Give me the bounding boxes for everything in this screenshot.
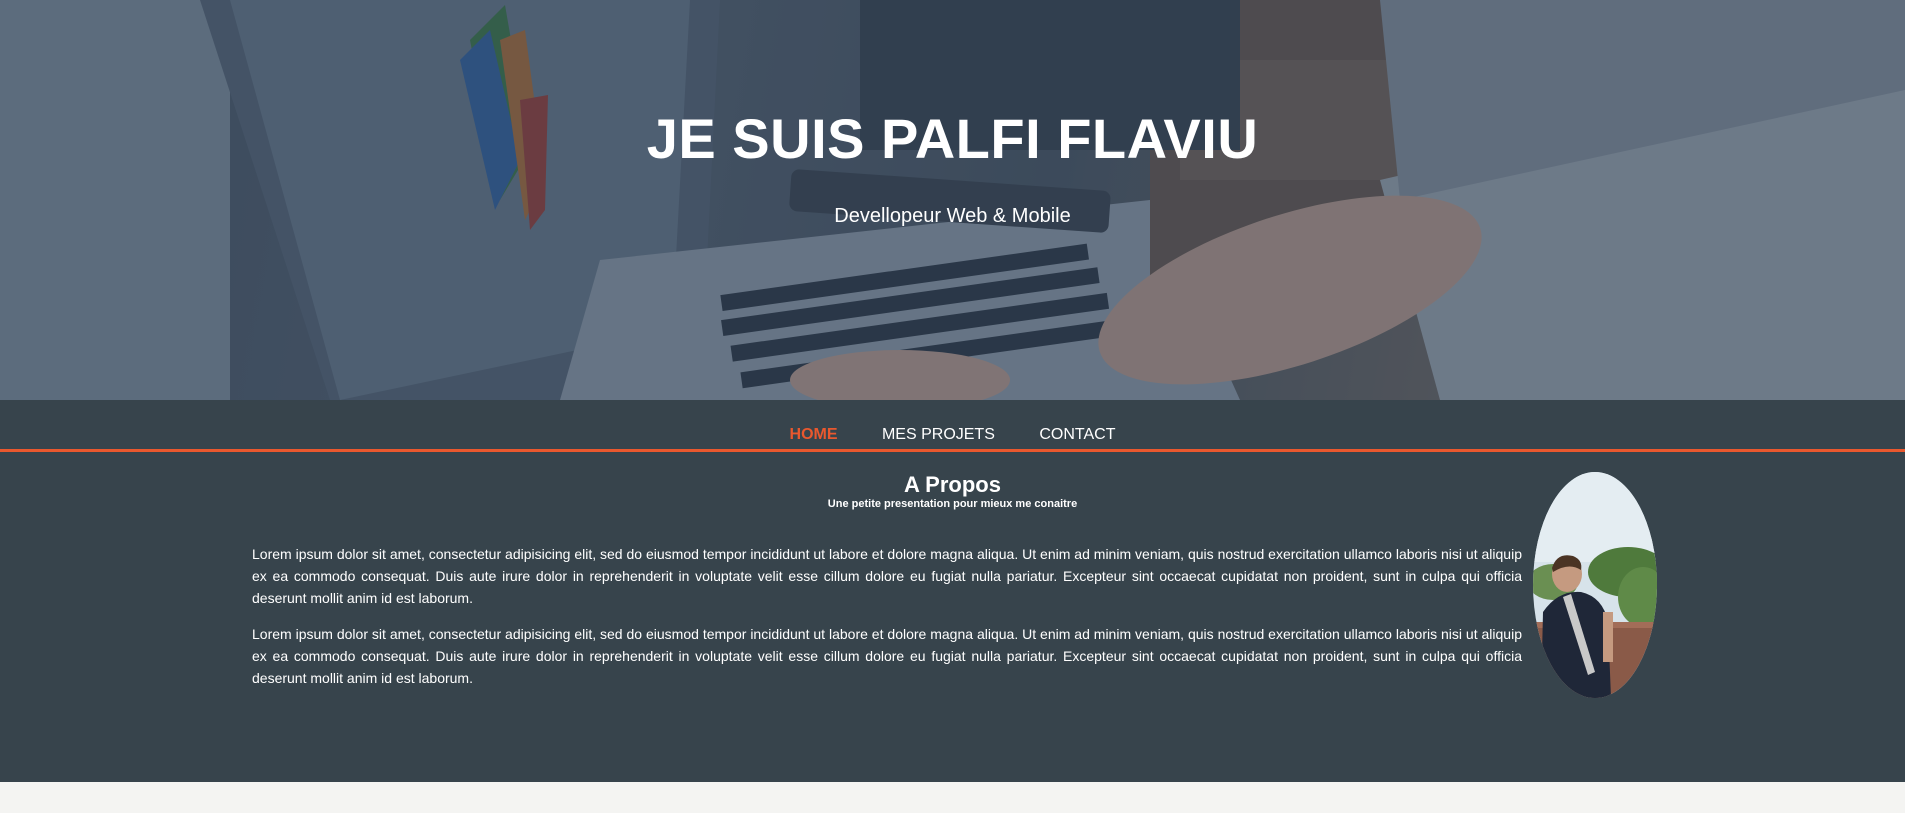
profile-photo bbox=[1533, 472, 1657, 698]
about-paragraph: Lorem ipsum dolor sit amet, consectetur … bbox=[252, 626, 1522, 686]
main-nav: HOME MES PROJETS CONTACT bbox=[0, 400, 1905, 452]
nav-item-mes-projets[interactable]: MES PROJETS bbox=[882, 426, 995, 444]
hero-overlay bbox=[0, 0, 1905, 400]
about-section: HOME MES PROJETS CONTACT A Propos Une pe… bbox=[0, 400, 1905, 782]
nav-item-home[interactable]: HOME bbox=[790, 426, 838, 444]
hero-title: JE SUIS PALFI FLAVIU bbox=[646, 107, 1259, 170]
about-paragraph: Lorem ipsum dolor sit amet, consectetur … bbox=[252, 546, 1522, 606]
nav-item-contact[interactable]: CONTACT bbox=[1039, 426, 1115, 444]
nav-list: HOME MES PROJETS CONTACT bbox=[0, 426, 1905, 444]
hero-banner: JE SUIS PALFI FLAVIU Devellopeur Web & M… bbox=[0, 0, 1905, 400]
about-text: Lorem ipsum dolor sit amet, consectetur … bbox=[252, 543, 1522, 703]
hero-subtitle: Devellopeur Web & Mobile bbox=[834, 205, 1071, 227]
footer-strip bbox=[0, 782, 1905, 813]
